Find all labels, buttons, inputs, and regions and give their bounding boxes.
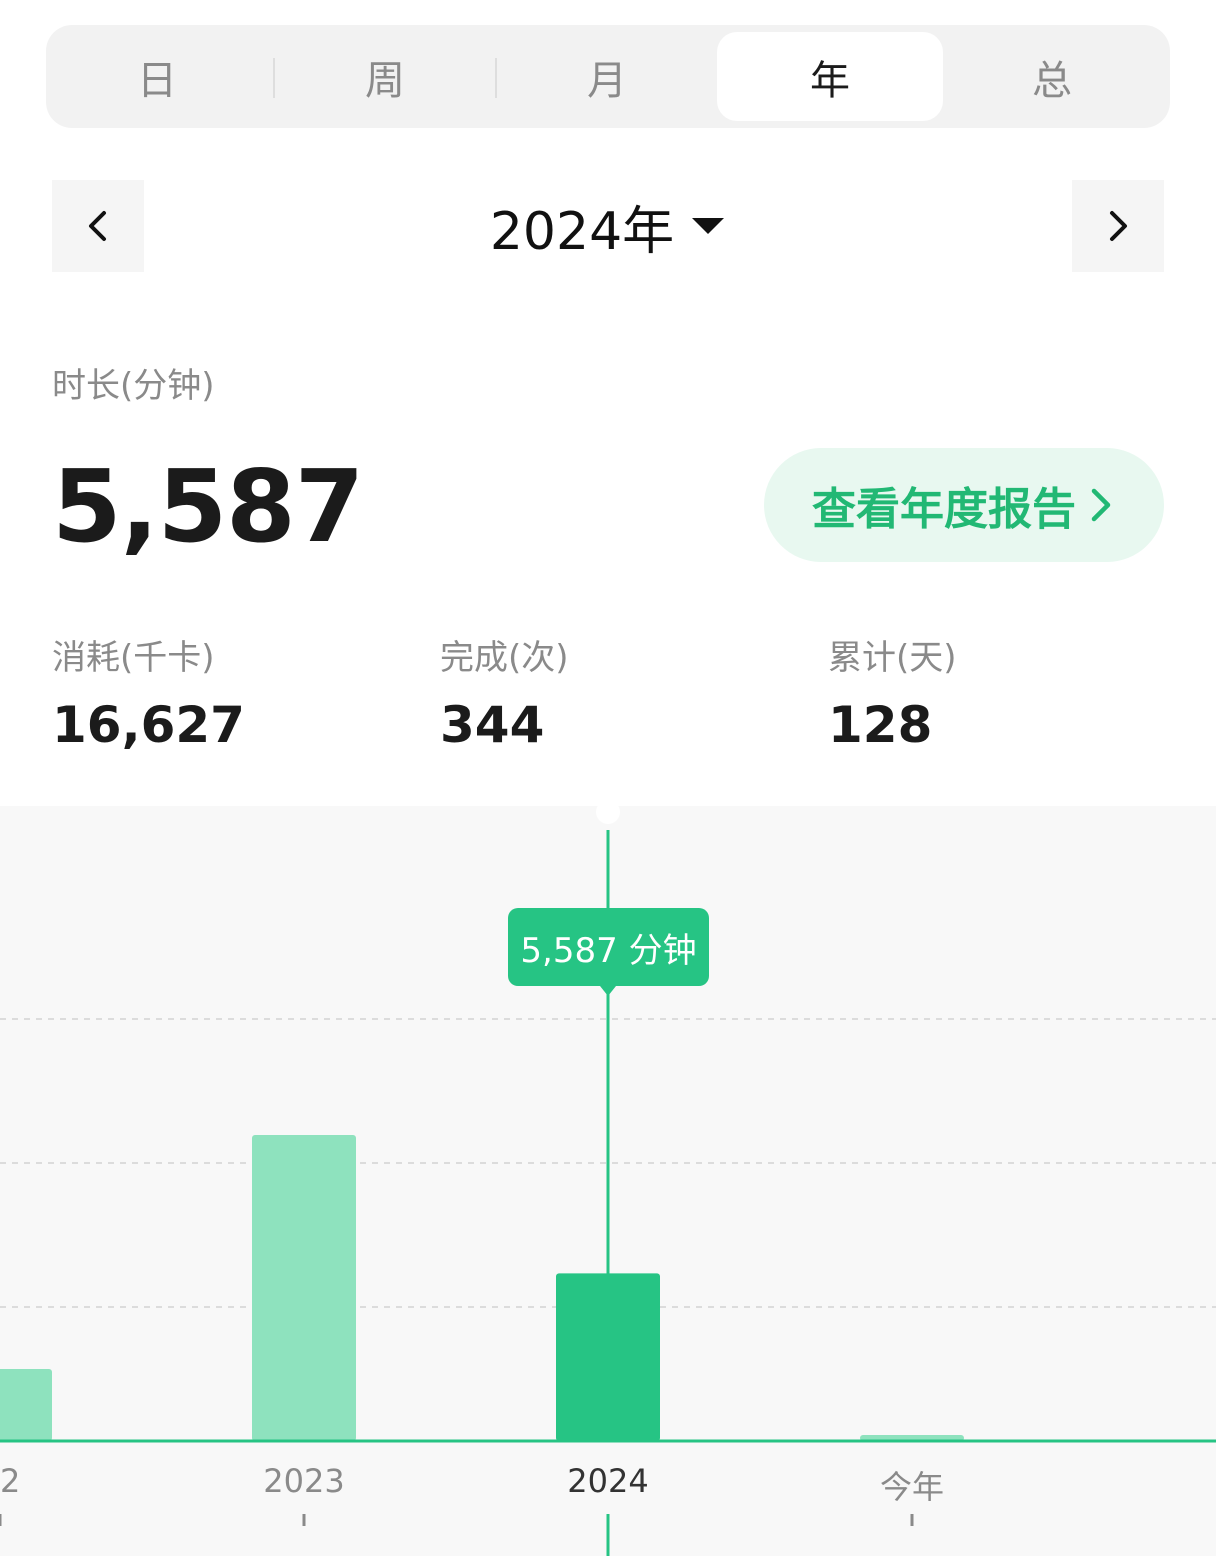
x-tick-label: 22 xyxy=(0,1462,21,1500)
x-tick-label: 2023 xyxy=(263,1462,345,1500)
tab-total[interactable]: 总 xyxy=(941,32,1163,121)
annual-report-label: 查看年度报告 xyxy=(812,484,1076,535)
completed-value: 344 xyxy=(440,696,545,754)
bar-2023[interactable] xyxy=(252,1135,356,1441)
chevron-right-icon xyxy=(1091,488,1111,522)
days-label: 累计(天) xyxy=(828,638,957,678)
bar-2024[interactable] xyxy=(556,1273,660,1441)
selection-handle[interactable] xyxy=(596,806,620,824)
calories-label: 消耗(千卡) xyxy=(52,638,215,678)
period-tabs: 日 周 月 年 总 xyxy=(46,25,1170,128)
calories-value: 16,627 xyxy=(52,696,245,754)
completed-label: 完成(次) xyxy=(440,638,569,678)
chevron-right-icon xyxy=(1110,211,1127,241)
next-year-button[interactable] xyxy=(1072,180,1164,272)
duration-value: 5,587 xyxy=(52,448,364,565)
selected-bar-tooltip: 5,587 分钟 xyxy=(508,908,709,996)
tab-year[interactable]: 年 xyxy=(717,32,943,121)
bar-22[interactable] xyxy=(0,1369,52,1441)
current-year: 2024年 xyxy=(489,201,675,262)
x-tick-label: 2024 xyxy=(567,1462,649,1500)
yearly-bar-chart[interactable]: 5,587 分钟 22 2023 2024 今年 xyxy=(0,806,1216,1556)
x-tick-label: 今年 xyxy=(879,1468,945,1506)
annual-report-button[interactable]: 查看年度报告 xyxy=(764,448,1164,562)
year-selector[interactable]: 2024年 xyxy=(0,190,1216,262)
tab-day[interactable]: 日 xyxy=(46,32,268,121)
duration-label: 时长(分钟) xyxy=(52,366,215,406)
tab-month[interactable]: 月 xyxy=(496,32,718,121)
tab-week[interactable]: 周 xyxy=(274,32,496,121)
days-value: 128 xyxy=(828,696,933,754)
caret-down-icon xyxy=(692,218,725,234)
